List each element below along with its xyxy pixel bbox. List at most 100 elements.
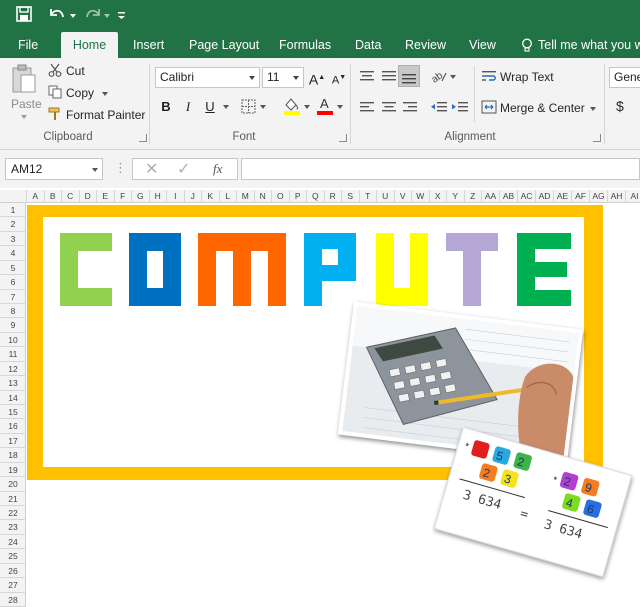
column-header[interactable]: F [115, 190, 132, 203]
column-header[interactable]: O [272, 190, 290, 203]
worksheet-grid[interactable]: * 5 2 2 3 * 2 9 4 6 3 634 = 3 634 [27, 203, 640, 607]
merge-dropdown-icon[interactable] [590, 107, 596, 111]
column-header[interactable]: H [150, 190, 167, 203]
bold-button[interactable]: B [156, 97, 176, 117]
row-header[interactable]: 23 [0, 520, 26, 535]
undo-icon[interactable] [46, 4, 68, 26]
column-header[interactable]: R [325, 190, 342, 203]
row-header[interactable]: 8 [0, 304, 26, 319]
row-header[interactable]: 16 [0, 419, 26, 434]
redo-icon[interactable] [82, 4, 104, 26]
copy-dropdown-icon[interactable] [102, 92, 108, 96]
row-header[interactable]: 11 [0, 347, 26, 362]
paste-label[interactable]: Paste [11, 97, 42, 111]
column-header[interactable]: I [167, 190, 185, 203]
column-header[interactable]: AI [626, 190, 640, 203]
copy-icon[interactable] [48, 85, 62, 104]
row-header[interactable]: 19 [0, 463, 26, 478]
row-header[interactable]: 26 [0, 564, 26, 579]
tab-data[interactable]: Data [355, 32, 381, 58]
fill-color-icon[interactable] [283, 96, 301, 120]
increase-indent-icon[interactable] [451, 100, 469, 119]
column-header[interactable]: N [255, 190, 272, 203]
merge-center-label[interactable]: Merge & Center [500, 101, 585, 115]
font-size-select[interactable]: 11 [262, 67, 304, 88]
orientation-icon[interactable]: ab [430, 69, 448, 88]
align-top-icon[interactable] [358, 69, 376, 88]
column-header[interactable]: G [132, 190, 150, 203]
tell-me-box[interactable]: Tell me what you wa [538, 32, 640, 58]
borders-icon[interactable] [241, 99, 256, 119]
currency-button[interactable]: $ [616, 98, 624, 114]
shrink-font-button[interactable]: A▼ [329, 68, 349, 88]
redo-dropdown-icon[interactable] [104, 14, 110, 18]
row-header[interactable]: 3 [0, 232, 26, 247]
undo-dropdown-icon[interactable] [70, 14, 76, 18]
tab-formulas[interactable]: Formulas [279, 32, 331, 58]
column-header[interactable]: AH [608, 190, 626, 203]
column-header[interactable]: D [80, 190, 97, 203]
format-painter-icon[interactable] [48, 107, 63, 126]
save-icon[interactable] [14, 4, 36, 26]
column-header[interactable]: AD [536, 190, 554, 203]
align-left-icon[interactable] [358, 100, 376, 119]
borders-dropdown-icon[interactable] [260, 105, 266, 109]
tab-insert[interactable]: Insert [133, 32, 164, 58]
align-right-icon[interactable] [401, 100, 419, 119]
row-header[interactable]: 1 [0, 203, 26, 218]
align-center-icon[interactable] [380, 100, 398, 119]
tab-file[interactable]: File [18, 32, 38, 58]
row-header[interactable]: 24 [0, 535, 26, 550]
select-all-corner[interactable] [0, 190, 27, 203]
cut-icon[interactable] [48, 63, 62, 82]
tab-review[interactable]: Review [405, 32, 446, 58]
column-header[interactable]: W [412, 190, 430, 203]
row-header[interactable]: 18 [0, 448, 26, 463]
column-header[interactable]: V [395, 190, 412, 203]
row-header[interactable]: 2 [0, 217, 26, 232]
font-color-icon[interactable]: A [316, 96, 334, 120]
wrap-text-label[interactable]: Wrap Text [500, 70, 554, 84]
italic-button[interactable]: I [178, 97, 198, 117]
row-header[interactable]: 12 [0, 362, 26, 377]
column-header[interactable]: AG [590, 190, 608, 203]
row-header[interactable]: 4 [0, 246, 26, 261]
column-header[interactable]: B [45, 190, 62, 203]
font-color-dropdown-icon[interactable] [337, 105, 343, 109]
font-launcher-icon[interactable] [339, 134, 347, 142]
paste-dropdown-icon[interactable] [21, 115, 27, 119]
tab-page-layout[interactable]: Page Layout [189, 32, 259, 58]
row-header[interactable]: 25 [0, 549, 26, 564]
column-header[interactable]: K [202, 190, 220, 203]
cancel-icon[interactable]: ✕ [145, 159, 158, 179]
customize-icon[interactable] [116, 4, 138, 26]
column-header[interactable]: C [62, 190, 80, 203]
tab-home[interactable]: Home [61, 32, 118, 58]
row-header[interactable]: 22 [0, 506, 26, 521]
insert-function-icon[interactable]: fx [213, 161, 222, 177]
underline-dropdown-icon[interactable] [223, 105, 229, 109]
tab-view[interactable]: View [469, 32, 496, 58]
row-header[interactable]: 10 [0, 333, 26, 348]
column-header[interactable]: AC [518, 190, 536, 203]
number-format-select[interactable]: Gene [609, 67, 640, 88]
column-header[interactable]: AF [572, 190, 590, 203]
column-header[interactable]: J [185, 190, 202, 203]
column-header[interactable]: U [377, 190, 395, 203]
underline-button[interactable]: U [200, 97, 220, 117]
column-header[interactable]: S [342, 190, 360, 203]
wrap-text-icon[interactable] [481, 69, 497, 88]
format-painter-label[interactable]: Format Painter [66, 108, 145, 122]
row-header[interactable]: 7 [0, 290, 26, 304]
row-header[interactable]: 15 [0, 405, 26, 420]
column-header[interactable]: M [237, 190, 255, 203]
column-header[interactable]: A [27, 190, 45, 203]
row-header[interactable]: 21 [0, 492, 26, 507]
align-middle-icon[interactable] [380, 69, 398, 88]
cut-label[interactable]: Cut [66, 64, 85, 78]
column-header[interactable]: AB [500, 190, 518, 203]
row-header[interactable]: 28 [0, 593, 26, 607]
formula-input[interactable] [241, 158, 640, 180]
column-header[interactable]: L [220, 190, 237, 203]
name-box[interactable]: AM12 [5, 158, 103, 180]
